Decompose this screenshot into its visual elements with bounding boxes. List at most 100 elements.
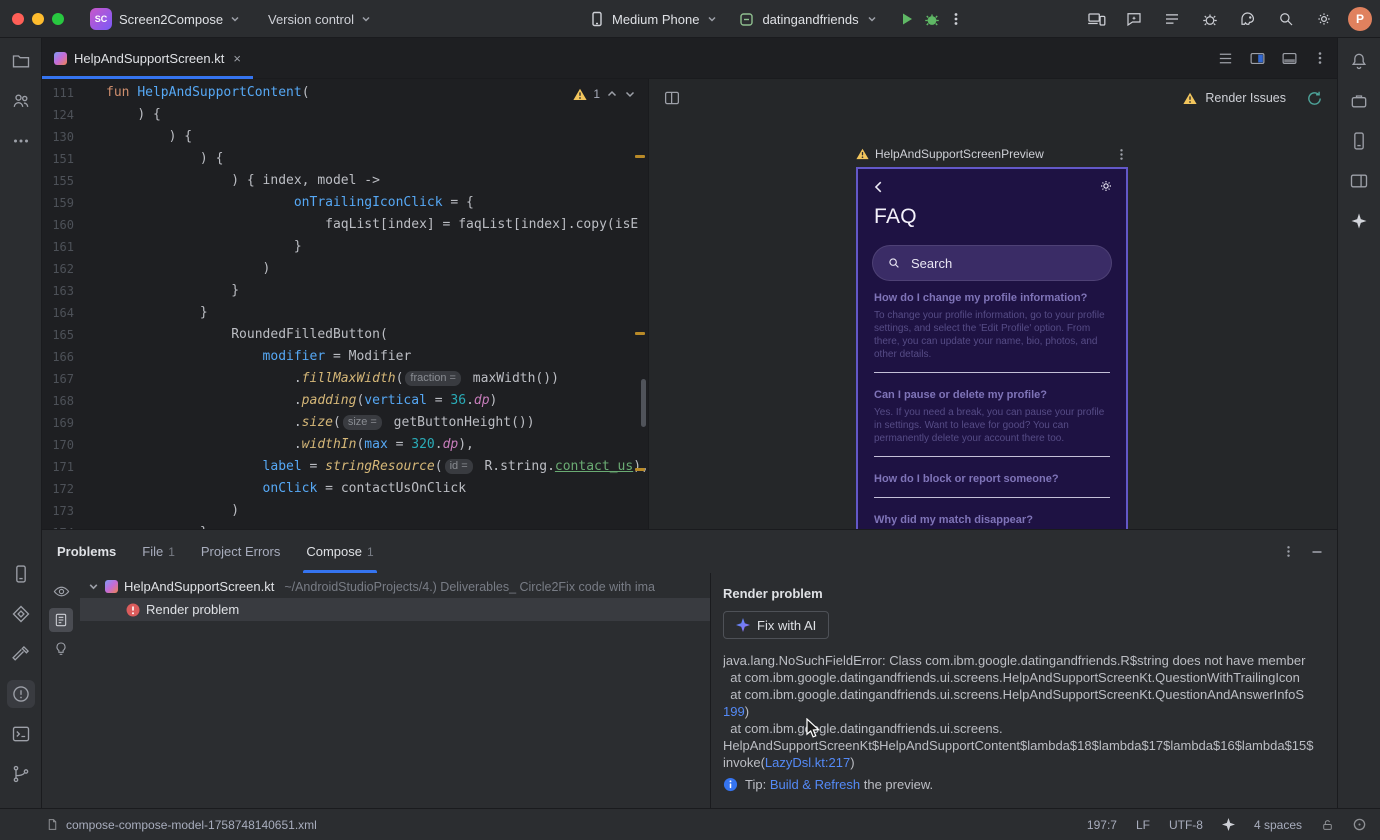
refresh-icon[interactable]	[1306, 90, 1323, 107]
faq-title: FAQ	[874, 205, 917, 228]
title-bar: SC Screen2Compose Version control Medium…	[0, 0, 1380, 38]
status-file-widget[interactable]: compose-compose-model-1758748140651.xml	[46, 818, 317, 832]
stack-link[interactable]: LazyDsl.kt:217	[765, 755, 850, 770]
gradle-tool-icon[interactable]	[1345, 87, 1373, 115]
preview-surface[interactable]: FAQ Search How do I change my profile in…	[856, 167, 1128, 529]
device-manager-icon[interactable]	[1345, 127, 1373, 155]
stack-line: at com.ibm.google.datingandfriends.ui.sc…	[723, 670, 1300, 685]
fix-with-ai-button[interactable]: Fix with AI	[723, 611, 830, 639]
more-tools-icon[interactable]	[7, 127, 35, 155]
window-controls[interactable]	[12, 13, 64, 25]
terminal-icon[interactable]	[7, 720, 35, 748]
render-issues-widget[interactable]: Render Issues	[1183, 90, 1323, 107]
code-line: 169 .size(size = getButtonHeight())	[52, 415, 535, 430]
cursor-position[interactable]: 197:7	[1087, 818, 1117, 832]
code-line: 172 onClick = contactUsOnClick	[52, 481, 467, 496]
tab-file[interactable]: File 1	[142, 530, 175, 573]
settings-icon[interactable]	[1310, 5, 1338, 33]
code-line: 151 ) {	[52, 151, 224, 166]
run-icon[interactable]	[899, 11, 915, 27]
profiler-icon[interactable]	[1196, 5, 1224, 33]
faq-answer: To change your profile information, go t…	[874, 310, 1105, 360]
faq-divider	[874, 497, 1110, 498]
status-widgets: 197:7 LF UTF-8 4 spaces	[1087, 818, 1366, 832]
lightbulb-icon[interactable]	[49, 637, 73, 661]
minimize-window-icon[interactable]	[32, 13, 44, 25]
editor-menu-icon[interactable]	[1313, 51, 1327, 65]
warning-icon	[1183, 92, 1197, 104]
tab-count: 1	[168, 544, 175, 559]
tab-help-and-support-screen[interactable]: HelpAndSupportScreen.kt ×	[42, 38, 253, 79]
recent-files-icon[interactable]	[1217, 50, 1234, 67]
close-window-icon[interactable]	[12, 13, 24, 25]
split-editor-icon[interactable]	[1249, 50, 1266, 67]
app-insights-icon[interactable]	[7, 600, 35, 628]
preview-layout-icon[interactable]	[663, 89, 681, 107]
gradle-sync-icon[interactable]	[1234, 5, 1262, 33]
warning-stripe-mark[interactable]	[635, 332, 645, 335]
next-issue-icon[interactable]	[624, 88, 636, 100]
bottom-panel-icon[interactable]	[1281, 50, 1298, 67]
eye-icon[interactable]	[49, 579, 73, 603]
logcat-tool-icon[interactable]	[7, 560, 35, 588]
problems-tree: HelpAndSupportScreen.kt ~/AndroidStudioP…	[80, 573, 710, 808]
running-devices-tool-icon[interactable]	[1345, 167, 1373, 195]
warning-icon	[856, 148, 869, 160]
line-separator[interactable]: LF	[1136, 818, 1150, 832]
tab-project-errors[interactable]: Project Errors	[201, 530, 280, 573]
minimize-panel-icon[interactable]	[1311, 546, 1323, 558]
lock-icon[interactable]	[1321, 818, 1334, 832]
project-icon: SC	[90, 8, 112, 30]
panel-menu-icon[interactable]	[1282, 545, 1295, 558]
build-refresh-link[interactable]: Build & Refresh	[770, 777, 860, 792]
code-lines[interactable]: 111 fun HelpAndSupportContent(124 ) {130 …	[42, 79, 648, 529]
prev-issue-icon[interactable]	[606, 88, 618, 100]
inspections-level-icon[interactable]	[1353, 818, 1366, 831]
notifications-icon[interactable]	[1345, 47, 1373, 75]
editor-tab-bar: HelpAndSupportScreen.kt ×	[42, 38, 1337, 79]
stack-link[interactable]: 199	[723, 704, 745, 719]
user-avatar[interactable]: P	[1348, 7, 1372, 31]
tab-compose[interactable]: Compose 1	[303, 530, 378, 573]
run-config-selector[interactable]: datingandfriends	[762, 12, 858, 27]
preview-menu-icon[interactable]	[1115, 148, 1128, 161]
zoom-window-icon[interactable]	[52, 13, 64, 25]
vcs-widget[interactable]: Version control	[268, 0, 371, 38]
warning-stripe-mark[interactable]	[635, 155, 645, 158]
users-icon[interactable]	[7, 87, 35, 115]
code-line: 174 }	[42, 522, 648, 529]
warning-stripe-mark[interactable]	[635, 468, 645, 471]
project-tool-icon[interactable]	[7, 47, 35, 75]
faq-question: Can I pause or delete my profile?	[874, 389, 1047, 401]
gemini-icon[interactable]	[1120, 5, 1148, 33]
file-encoding[interactable]: UTF-8	[1169, 818, 1203, 832]
code-editor[interactable]: 111 fun HelpAndSupportContent(124 ) {130 …	[42, 79, 648, 529]
running-devices-icon[interactable]	[1082, 5, 1110, 33]
vcs-label: Version control	[268, 11, 354, 27]
device-selector[interactable]: Medium Phone	[612, 12, 699, 27]
chevron-down-icon[interactable]	[88, 581, 99, 592]
tree-file-row[interactable]: HelpAndSupportScreen.kt ~/AndroidStudioP…	[80, 575, 710, 598]
problems-tool-icon[interactable]	[6, 680, 35, 708]
ai-status-icon[interactable]	[1221, 818, 1235, 831]
project-widget[interactable]: SC Screen2Compose	[90, 0, 240, 38]
preview-card-header[interactable]: HelpAndSupportScreenPreview	[856, 143, 1128, 165]
gemini-tool-icon[interactable]	[1345, 207, 1373, 235]
tree-error-label: Render problem	[146, 602, 240, 617]
search-icon[interactable]	[1272, 5, 1300, 33]
inspections-widget[interactable]: 1	[573, 87, 636, 101]
build-icon[interactable]	[7, 640, 35, 668]
editor-scrollbar[interactable]	[641, 379, 646, 427]
error-icon	[126, 603, 140, 616]
git-branch-icon[interactable]	[7, 760, 35, 788]
faq-question: How do I block or report someone?	[874, 473, 1059, 485]
debug-icon[interactable]	[923, 10, 941, 28]
more-actions-icon[interactable]	[949, 12, 963, 26]
editor-preview-split: 111 fun HelpAndSupportContent(124 ) {130 …	[42, 79, 1337, 529]
indent-config[interactable]: 4 spaces	[1254, 818, 1302, 832]
preview-pane-toggle-icon[interactable]	[49, 608, 73, 632]
logcat-icon[interactable]	[1158, 5, 1186, 33]
tree-error-row[interactable]: Render problem	[80, 598, 710, 621]
close-tab-icon[interactable]: ×	[233, 51, 241, 66]
info-icon	[723, 777, 738, 792]
